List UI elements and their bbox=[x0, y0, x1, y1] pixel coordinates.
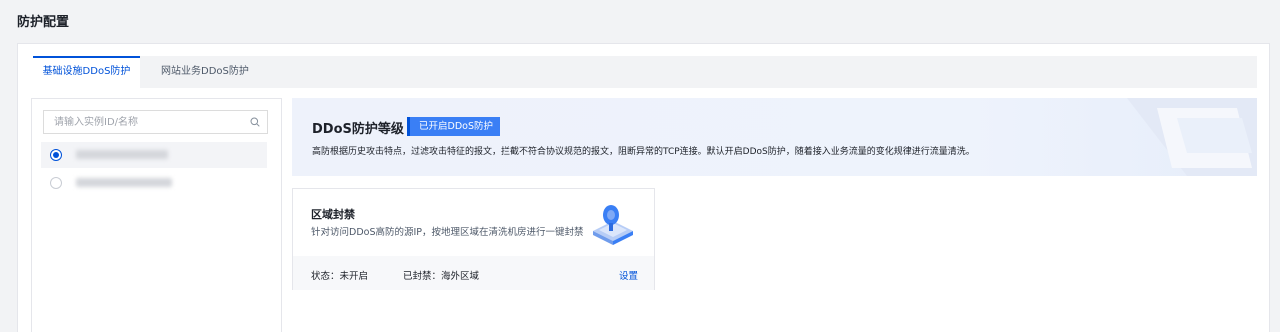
tab-infrastructure-ddos[interactable]: 基础设施DDoS防护 bbox=[33, 56, 140, 88]
status-label: 状态： bbox=[311, 271, 340, 282]
region-block-blocked: 已封禁：海外区域 bbox=[403, 268, 479, 282]
protection-status-badge: 已开启DDoS防护 bbox=[407, 117, 500, 136]
instance-radio[interactable] bbox=[50, 149, 62, 161]
instance-search-input[interactable] bbox=[44, 111, 244, 133]
region-block-footer: 状态：未开启 已封禁：海外区域 设置 bbox=[293, 256, 654, 290]
region-block-title: 区域封禁 bbox=[311, 208, 355, 221]
protection-level-title: DDoS防护等级 bbox=[312, 122, 404, 137]
region-block-status: 状态：未开启 bbox=[311, 268, 368, 282]
region-block-card: 区域封禁 针对访问DDoS高防的源IP，按地理区域在清洗机房进行一键封禁 状态：… bbox=[292, 188, 655, 290]
region-block-settings-link[interactable]: 设置 bbox=[619, 268, 638, 282]
protection-level-banner: DDoS防护等级 已开启DDoS防护 高防根据历史攻击特点，过滤攻击特征的报文，… bbox=[292, 98, 1257, 176]
tab-bar: 基础设施DDoS防护 网站业务DDoS防护 bbox=[33, 56, 1257, 88]
protection-level-description: 高防根据历史攻击特点，过滤攻击特征的报文，拦截不符合协议规范的报文，阻断异常的T… bbox=[312, 147, 975, 157]
instance-search-box bbox=[43, 110, 268, 134]
page-title: 防护配置 bbox=[17, 15, 70, 30]
instance-name-redacted bbox=[76, 150, 168, 159]
instance-item[interactable] bbox=[41, 170, 267, 196]
banner-decoration bbox=[1127, 98, 1257, 176]
instance-name-redacted bbox=[76, 178, 172, 187]
blocked-value: 海外区域 bbox=[441, 271, 480, 282]
instance-list-pane bbox=[31, 98, 282, 332]
search-icon[interactable] bbox=[250, 117, 260, 127]
blocked-label: 已封禁： bbox=[403, 271, 442, 282]
instance-item[interactable] bbox=[41, 142, 267, 168]
tab-website-ddos[interactable]: 网站业务DDoS防护 bbox=[161, 56, 249, 88]
instance-radio[interactable] bbox=[50, 177, 62, 189]
main-panel: 基础设施DDoS防护 网站业务DDoS防护 DDoS防护等级 已开启DDoS防护… bbox=[17, 43, 1270, 332]
region-block-description: 针对访问DDoS高防的源IP，按地理区域在清洗机房进行一键封禁 bbox=[311, 227, 584, 238]
status-value: 未开启 bbox=[339, 271, 369, 282]
region-block-illustration-icon bbox=[593, 205, 633, 245]
